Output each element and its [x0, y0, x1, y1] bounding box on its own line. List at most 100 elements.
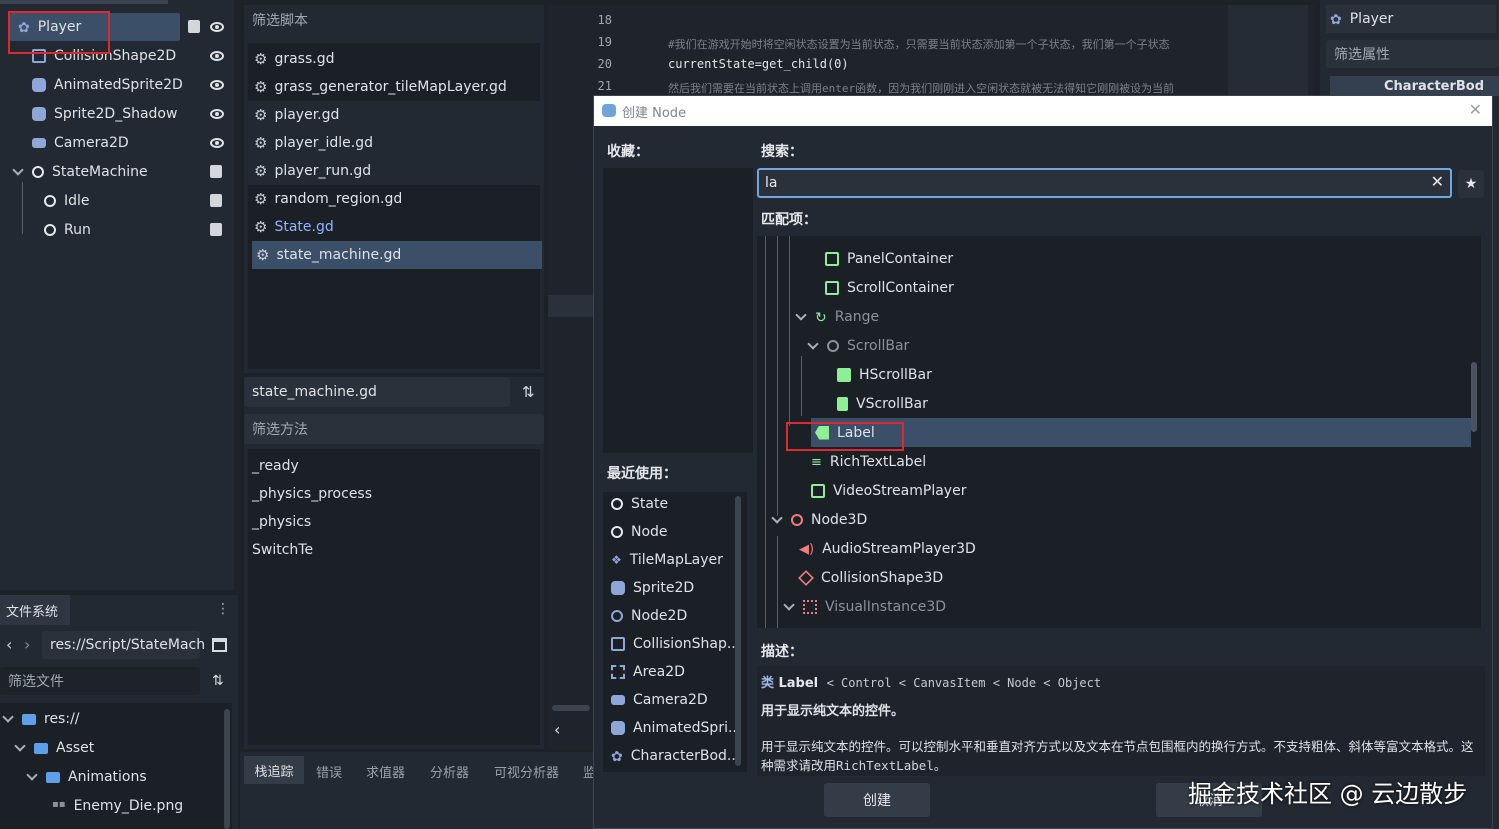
sort-icon[interactable]: ⇅: [212, 673, 224, 689]
code-line[interactable]: #我们在游戏开始时将空闲状态设置为当前状态，只需要当前状态添加第一个子状态，我们…: [668, 36, 1218, 52]
script-item[interactable]: ⚙ grass.gd: [254, 45, 538, 73]
scrollbar[interactable]: [735, 496, 741, 766]
recent-item[interactable]: Node2D: [611, 601, 687, 630]
tab-visual-profiler[interactable]: 可视分析器: [494, 762, 559, 781]
tab-errors[interactable]: 错误: [316, 762, 342, 781]
scene-node-idle[interactable]: Idle: [44, 187, 90, 215]
match-item-range[interactable]: ↻ Range: [795, 302, 879, 331]
recent-item[interactable]: ✿ CharacterBod...: [611, 741, 740, 770]
sort-icon[interactable]: ⇅: [522, 383, 535, 401]
chevron-down-icon[interactable]: [771, 511, 783, 524]
tilemap-icon: ❖: [611, 552, 622, 567]
recent-item[interactable]: Area2D: [611, 657, 685, 686]
chevron-down-icon[interactable]: [12, 164, 24, 176]
code-line[interactable]: 然后我们需要在当前状态上调用enter函数，因为我们刚刚进入空闲状态就被无法得知…: [668, 80, 1218, 96]
chevron-down-icon[interactable]: [26, 769, 38, 781]
collapse-arrow-icon[interactable]: ‹: [554, 720, 560, 739]
chevron-down-icon[interactable]: [14, 740, 26, 752]
recent-item[interactable]: Sprite2D: [611, 573, 694, 602]
split-view-icon[interactable]: [212, 638, 227, 652]
visibility-eye-icon[interactable]: [210, 80, 224, 90]
chevron-down-icon[interactable]: [807, 337, 819, 350]
recent-item[interactable]: Camera2D: [611, 685, 708, 714]
filter-properties-input[interactable]: 筛选属性: [1326, 40, 1499, 68]
match-item-visualinstance3d[interactable]: VisualInstance3D: [783, 592, 946, 621]
filesystem-tab[interactable]: 文件系统: [0, 595, 70, 625]
file-item-asset[interactable]: Asset: [14, 734, 94, 762]
script-item[interactable]: ⚙ player_run.gd: [248, 157, 540, 185]
match-item-scrollcontainer[interactable]: ScrollContainer: [825, 273, 954, 302]
line-number: 19: [597, 35, 612, 49]
chevron-down-icon[interactable]: [795, 308, 807, 321]
scene-node-run[interactable]: Run: [44, 216, 91, 244]
create-button[interactable]: 创建: [824, 783, 930, 817]
search-input[interactable]: la ✕: [757, 168, 1452, 198]
tab-evaluator[interactable]: 求值器: [366, 762, 405, 781]
script-item-selected[interactable]: ⚙ state_machine.gd: [252, 241, 542, 269]
tab-profiler[interactable]: 分析器: [430, 762, 469, 781]
script-attached-icon[interactable]: [210, 165, 222, 178]
method-item[interactable]: _ready: [252, 452, 299, 480]
desc-link[interactable]: RichTextLabel: [836, 758, 934, 773]
desc-inheritance[interactable]: < Control < CanvasItem < Node < Object: [827, 676, 1102, 690]
forward-icon[interactable]: ›: [24, 635, 30, 654]
code-line[interactable]: currentState=get_child(0): [668, 57, 849, 71]
recent-item[interactable]: ❖ TileMapLayer: [611, 545, 723, 574]
visibility-eye-icon[interactable]: [210, 22, 224, 32]
script-item[interactable]: ⚙ grass_generator_tileMapLayer.gd: [254, 73, 538, 101]
recent-item[interactable]: State: [611, 489, 668, 518]
filter-scripts-input[interactable]: 筛选脚本: [244, 5, 544, 35]
visibility-eye-icon[interactable]: [210, 51, 224, 61]
visibility-eye-icon[interactable]: [210, 109, 224, 119]
scene-node-statemachine[interactable]: StateMachine: [12, 158, 148, 186]
match-item-scrollbar[interactable]: ScrollBar: [807, 331, 909, 360]
filter-files-input[interactable]: 筛选文件: [0, 667, 200, 695]
path-field[interactable]: res://Script/StateMach: [42, 631, 205, 659]
match-item-videostreamplayer[interactable]: VideoStreamPlayer: [811, 476, 966, 505]
recent-item[interactable]: Node: [611, 517, 668, 546]
close-icon[interactable]: ✕: [1469, 100, 1482, 119]
scene-node-sprite2d-shadow[interactable]: Sprite2D_Shadow: [32, 100, 177, 128]
match-item-label-selected[interactable]: Label: [811, 418, 1471, 447]
inspector-node[interactable]: ✿ Player: [1326, 5, 1496, 33]
match-item-panelcontainer[interactable]: PanelContainer: [825, 244, 953, 273]
method-item[interactable]: _physics_process: [252, 480, 372, 508]
chevron-down-icon[interactable]: [2, 711, 14, 723]
script-item[interactable]: ⚙ State.gd: [254, 213, 538, 241]
method-label: SwitchTe: [252, 542, 314, 558]
scene-node-animatedsprite2d[interactable]: AnimatedSprite2D: [32, 71, 183, 99]
script-item[interactable]: ⚙ player.gd: [248, 101, 540, 129]
inspector-class-header[interactable]: CharacterBod: [1330, 76, 1499, 96]
script-item[interactable]: ⚙ player_idle.gd: [248, 129, 540, 157]
chevron-down-icon[interactable]: [783, 598, 795, 611]
favorite-star-icon[interactable]: ★: [1458, 170, 1484, 198]
scene-node-camera2d[interactable]: Camera2D: [32, 129, 129, 157]
file-item-res[interactable]: res://: [2, 705, 80, 733]
script-attached-icon[interactable]: [210, 223, 222, 236]
scrollbar[interactable]: [224, 709, 230, 829]
method-item[interactable]: _physics: [252, 508, 311, 536]
scrollbar[interactable]: [1471, 362, 1477, 432]
match-item-collisionshape3d[interactable]: CollisionShape3D: [798, 563, 943, 592]
clear-icon[interactable]: ✕: [1431, 172, 1444, 191]
match-item-audiostreamplayer3d[interactable]: ◀) AudioStreamPlayer3D: [799, 534, 976, 563]
node2d-icon: [611, 609, 623, 622]
script-attached-icon[interactable]: [188, 20, 200, 33]
match-item-node3d[interactable]: Node3D: [771, 505, 867, 534]
file-item-animations[interactable]: Animations: [26, 763, 147, 791]
desc-class-name[interactable]: Label: [778, 676, 818, 691]
file-item-enemy-die[interactable]: ▪▪ Enemy_Die.png: [52, 792, 183, 820]
match-item-richtextlabel[interactable]: ≡ RichTextLabel: [811, 447, 926, 476]
recent-item[interactable]: CollisionShap...: [611, 629, 740, 658]
filter-methods-input[interactable]: 筛选方法: [244, 414, 544, 444]
back-icon[interactable]: ‹: [6, 635, 12, 654]
script-attached-icon[interactable]: [210, 194, 222, 207]
menu-dots-icon[interactable]: ⋮: [216, 601, 230, 617]
script-item[interactable]: ⚙ random_region.gd: [254, 185, 538, 213]
match-item-vscrollbar[interactable]: VScrollBar: [837, 389, 928, 418]
recent-item[interactable]: AnimatedSpri...: [611, 713, 741, 742]
method-item[interactable]: SwitchTe: [252, 536, 313, 564]
tab-stack-trace[interactable]: 栈追踪: [244, 756, 304, 784]
match-item-hscrollbar[interactable]: HScrollBar: [837, 360, 932, 389]
visibility-eye-icon[interactable]: [210, 138, 224, 148]
